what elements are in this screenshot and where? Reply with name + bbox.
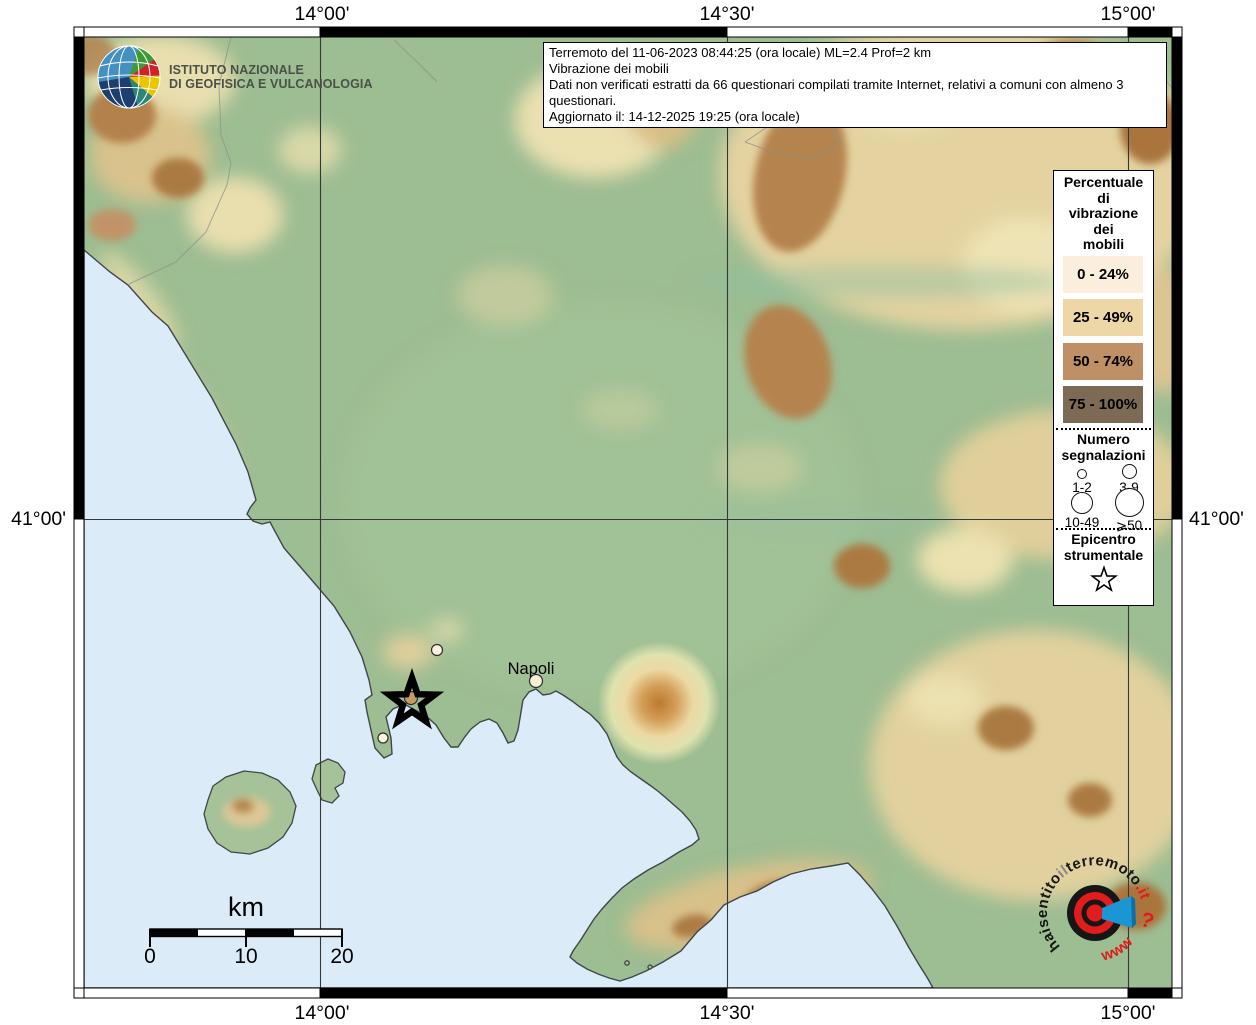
- event-info-box: Terremoto del 11-06-2023 08:44:25 (ora l…: [543, 42, 1167, 128]
- ingv-logo: ISTITUTO NAZIONALE DI GEOFISICA E VULCAN…: [96, 45, 373, 109]
- axis-bottom-15-00: 15°00': [1068, 1002, 1188, 1025]
- legend-separator: [1056, 528, 1151, 530]
- ingv-globe-icon: [96, 45, 162, 109]
- scale-tick-0: 0: [144, 945, 156, 968]
- event-note: Dati non verificati estratti da 66 quest…: [549, 77, 1161, 109]
- event-title: Terremoto del 11-06-2023 08:44:25 (ora l…: [549, 45, 1161, 61]
- legend-class-75-100: 75 - 100%: [1063, 386, 1143, 423]
- ischia-relief: [223, 797, 271, 827]
- legend-separator: [1056, 428, 1151, 430]
- event-subject: Vibrazione dei mobili: [549, 61, 1161, 77]
- legend-class-50-74: 50 - 74%: [1063, 343, 1143, 380]
- ingv-logo-text: ISTITUTO NAZIONALE DI GEOFISICA E VULCAN…: [169, 63, 373, 92]
- legend-epicenter-title: Epicentro strumentale: [1054, 532, 1153, 563]
- legend-size-10-49: 10-49: [1058, 492, 1106, 530]
- axis-top-14-00: 14°00': [262, 3, 382, 26]
- axis-bottom-14-00: 14°00': [262, 1002, 382, 1025]
- axis-right-41-00: 41°00': [1189, 508, 1244, 531]
- scale-unit-label: km: [228, 892, 264, 922]
- scale-tick-10: 10: [234, 945, 257, 968]
- scale-tick-20: 20: [330, 945, 353, 968]
- axis-bottom-14-30: 14°30': [667, 1002, 787, 1025]
- epicenter-star-icon: [1089, 564, 1119, 594]
- axis-top-15-00: 15°00': [1068, 3, 1188, 26]
- legend-percent-title: Percentuale di vibrazione dei mobili: [1054, 175, 1153, 253]
- legend-reports-title: Numero segnalazioni: [1054, 432, 1153, 463]
- report-dot: [378, 733, 388, 743]
- legend-class-25-49: 25 - 49%: [1063, 299, 1143, 336]
- vesuvius-relief: [597, 641, 721, 765]
- size-circle-medium: [1122, 464, 1137, 479]
- legend-class-0-24: 0 - 24%: [1063, 256, 1143, 293]
- size-circle-large: [1071, 492, 1093, 514]
- legend-size-1-2: 1-2: [1058, 464, 1106, 495]
- legend: Percentuale di vibrazione dei mobili 0 -…: [1053, 170, 1154, 606]
- report-dot: [432, 645, 443, 656]
- city-label: Napoli: [508, 660, 555, 678]
- size-circle-small: [1077, 469, 1087, 479]
- axis-top-14-30: 14°30': [667, 3, 787, 26]
- size-circle-xlarge: [1115, 488, 1144, 517]
- axis-left-41-00: 41°00': [0, 508, 66, 531]
- event-updated: Aggiornato il: 14-12-2025 19:25 (ora loc…: [549, 109, 1161, 125]
